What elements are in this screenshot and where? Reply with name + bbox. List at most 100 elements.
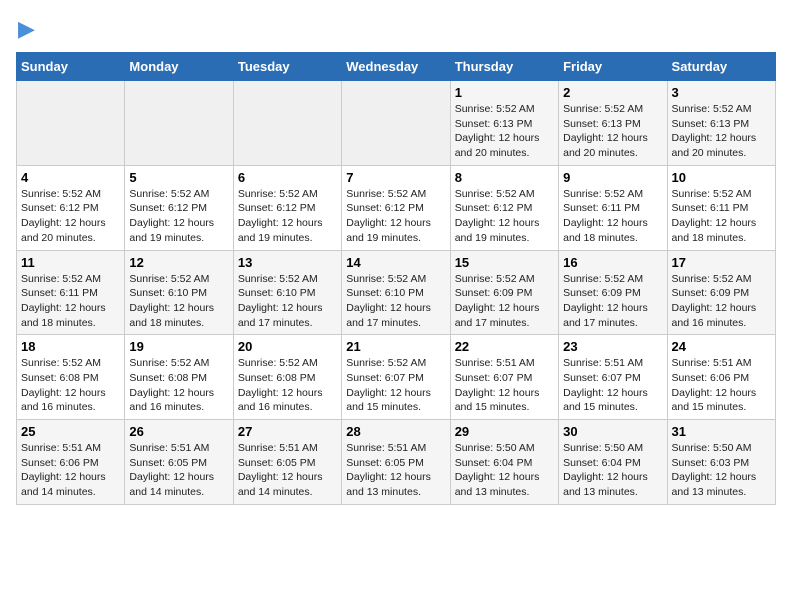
cell-info: Sunrise: 5:51 AM Sunset: 6:07 PM Dayligh… — [563, 356, 662, 415]
cell-info: Sunrise: 5:52 AM Sunset: 6:09 PM Dayligh… — [455, 272, 554, 331]
calendar-cell: 16 Sunrise: 5:52 AM Sunset: 6:09 PM Dayli… — [559, 250, 667, 335]
calendar-cell — [342, 81, 450, 166]
day-number: 12 — [129, 255, 228, 270]
calendar-cell: 9 Sunrise: 5:52 AM Sunset: 6:11 PM Daylig… — [559, 165, 667, 250]
day-number: 4 — [21, 170, 120, 185]
cell-info: Sunrise: 5:52 AM Sunset: 6:10 PM Dayligh… — [129, 272, 228, 331]
day-number: 21 — [346, 339, 445, 354]
day-number: 31 — [672, 424, 771, 439]
day-number: 16 — [563, 255, 662, 270]
cell-info: Sunrise: 5:51 AM Sunset: 6:07 PM Dayligh… — [455, 356, 554, 415]
calendar-cell: 5 Sunrise: 5:52 AM Sunset: 6:12 PM Daylig… — [125, 165, 233, 250]
day-number: 6 — [238, 170, 337, 185]
cell-info: Sunrise: 5:52 AM Sunset: 6:08 PM Dayligh… — [21, 356, 120, 415]
cell-info: Sunrise: 5:52 AM Sunset: 6:08 PM Dayligh… — [238, 356, 337, 415]
day-number: 15 — [455, 255, 554, 270]
cell-info: Sunrise: 5:52 AM Sunset: 6:07 PM Dayligh… — [346, 356, 445, 415]
cell-info: Sunrise: 5:52 AM Sunset: 6:12 PM Dayligh… — [21, 187, 120, 246]
cell-info: Sunrise: 5:52 AM Sunset: 6:11 PM Dayligh… — [21, 272, 120, 331]
header: ▶ — [16, 16, 776, 42]
calendar-cell: 11 Sunrise: 5:52 AM Sunset: 6:11 PM Dayli… — [17, 250, 125, 335]
calendar-cell: 1 Sunrise: 5:52 AM Sunset: 6:13 PM Daylig… — [450, 81, 558, 166]
cell-info: Sunrise: 5:50 AM Sunset: 6:04 PM Dayligh… — [455, 441, 554, 500]
cell-info: Sunrise: 5:51 AM Sunset: 6:05 PM Dayligh… — [129, 441, 228, 500]
cell-info: Sunrise: 5:52 AM Sunset: 6:13 PM Dayligh… — [672, 102, 771, 161]
cell-info: Sunrise: 5:51 AM Sunset: 6:06 PM Dayligh… — [672, 356, 771, 415]
weekday-header-wednesday: Wednesday — [342, 53, 450, 81]
day-number: 2 — [563, 85, 662, 100]
day-number: 9 — [563, 170, 662, 185]
calendar-cell: 6 Sunrise: 5:52 AM Sunset: 6:12 PM Daylig… — [233, 165, 341, 250]
calendar-cell: 31Sunrise: 5:50 AM Sunset: 6:03 PM Dayli… — [667, 420, 775, 505]
day-number: 30 — [563, 424, 662, 439]
calendar-cell: 30 Sunrise: 5:50 AM Sunset: 6:04 PM Dayli… — [559, 420, 667, 505]
calendar-cell: 12 Sunrise: 5:52 AM Sunset: 6:10 PM Dayli… — [125, 250, 233, 335]
calendar-cell: 4 Sunrise: 5:52 AM Sunset: 6:12 PM Daylig… — [17, 165, 125, 250]
calendar-cell: 8 Sunrise: 5:52 AM Sunset: 6:12 PM Daylig… — [450, 165, 558, 250]
cell-info: Sunrise: 5:52 AM Sunset: 6:08 PM Dayligh… — [129, 356, 228, 415]
cell-info: Sunrise: 5:52 AM Sunset: 6:09 PM Dayligh… — [672, 272, 771, 331]
calendar-cell: 28 Sunrise: 5:51 AM Sunset: 6:05 PM Dayli… — [342, 420, 450, 505]
logo-bird-icon: ▶ — [18, 16, 35, 42]
calendar-cell: 21 Sunrise: 5:52 AM Sunset: 6:07 PM Dayli… — [342, 335, 450, 420]
day-number: 7 — [346, 170, 445, 185]
day-number: 11 — [21, 255, 120, 270]
day-number: 8 — [455, 170, 554, 185]
weekday-header-monday: Monday — [125, 53, 233, 81]
day-number: 19 — [129, 339, 228, 354]
day-number: 22 — [455, 339, 554, 354]
calendar-cell: 13 Sunrise: 5:52 AM Sunset: 6:10 PM Dayli… — [233, 250, 341, 335]
cell-info: Sunrise: 5:52 AM Sunset: 6:10 PM Dayligh… — [238, 272, 337, 331]
day-number: 17 — [672, 255, 771, 270]
calendar-cell: 27Sunrise: 5:51 AM Sunset: 6:05 PM Dayli… — [233, 420, 341, 505]
calendar-cell: 26 Sunrise: 5:51 AM Sunset: 6:05 PM Dayli… — [125, 420, 233, 505]
cell-info: Sunrise: 5:50 AM Sunset: 6:04 PM Dayligh… — [563, 441, 662, 500]
weekday-header-saturday: Saturday — [667, 53, 775, 81]
day-number: 1 — [455, 85, 554, 100]
day-number: 25 — [21, 424, 120, 439]
cell-info: Sunrise: 5:52 AM Sunset: 6:12 PM Dayligh… — [238, 187, 337, 246]
weekday-header-tuesday: Tuesday — [233, 53, 341, 81]
day-number: 14 — [346, 255, 445, 270]
weekday-header-friday: Friday — [559, 53, 667, 81]
calendar-table: SundayMondayTuesdayWednesdayThursdayFrid… — [16, 52, 776, 505]
calendar-cell — [233, 81, 341, 166]
day-number: 13 — [238, 255, 337, 270]
calendar-cell: 29 Sunrise: 5:50 AM Sunset: 6:04 PM Dayli… — [450, 420, 558, 505]
calendar-cell: 18 Sunrise: 5:52 AM Sunset: 6:08 PM Dayli… — [17, 335, 125, 420]
calendar-cell: 10 Sunrise: 5:52 AM Sunset: 6:11 PM Dayli… — [667, 165, 775, 250]
day-number: 27 — [238, 424, 337, 439]
cell-info: Sunrise: 5:52 AM Sunset: 6:13 PM Dayligh… — [455, 102, 554, 161]
cell-info: Sunrise: 5:51 AM Sunset: 6:05 PM Dayligh… — [346, 441, 445, 500]
cell-info: Sunrise: 5:52 AM Sunset: 6:13 PM Dayligh… — [563, 102, 662, 161]
calendar-cell: 7 Sunrise: 5:52 AM Sunset: 6:12 PM Daylig… — [342, 165, 450, 250]
calendar-cell: 22 Sunrise: 5:51 AM Sunset: 6:07 PM Dayli… — [450, 335, 558, 420]
calendar-cell — [17, 81, 125, 166]
calendar-cell: 15 Sunrise: 5:52 AM Sunset: 6:09 PM Dayli… — [450, 250, 558, 335]
day-number: 20 — [238, 339, 337, 354]
day-number: 18 — [21, 339, 120, 354]
calendar-cell: 14Sunrise: 5:52 AM Sunset: 6:10 PM Dayli… — [342, 250, 450, 335]
day-number: 24 — [672, 339, 771, 354]
cell-info: Sunrise: 5:52 AM Sunset: 6:11 PM Dayligh… — [672, 187, 771, 246]
day-number: 10 — [672, 170, 771, 185]
calendar-cell: 3Sunrise: 5:52 AM Sunset: 6:13 PM Daylig… — [667, 81, 775, 166]
cell-info: Sunrise: 5:52 AM Sunset: 6:09 PM Dayligh… — [563, 272, 662, 331]
cell-info: Sunrise: 5:52 AM Sunset: 6:11 PM Dayligh… — [563, 187, 662, 246]
day-number: 26 — [129, 424, 228, 439]
calendar-cell — [125, 81, 233, 166]
calendar-cell: 23 Sunrise: 5:51 AM Sunset: 6:07 PM Dayli… — [559, 335, 667, 420]
calendar-cell: 19 Sunrise: 5:52 AM Sunset: 6:08 PM Dayli… — [125, 335, 233, 420]
cell-info: Sunrise: 5:52 AM Sunset: 6:12 PM Dayligh… — [455, 187, 554, 246]
calendar-cell: 25Sunrise: 5:51 AM Sunset: 6:06 PM Dayli… — [17, 420, 125, 505]
day-number: 29 — [455, 424, 554, 439]
cell-info: Sunrise: 5:52 AM Sunset: 6:12 PM Dayligh… — [346, 187, 445, 246]
weekday-header-thursday: Thursday — [450, 53, 558, 81]
cell-info: Sunrise: 5:52 AM Sunset: 6:12 PM Dayligh… — [129, 187, 228, 246]
day-number: 28 — [346, 424, 445, 439]
day-number: 5 — [129, 170, 228, 185]
calendar-cell: 2 Sunrise: 5:52 AM Sunset: 6:13 PM Daylig… — [559, 81, 667, 166]
day-number: 23 — [563, 339, 662, 354]
weekday-header-sunday: Sunday — [17, 53, 125, 81]
calendar-cell: 24 Sunrise: 5:51 AM Sunset: 6:06 PM Dayli… — [667, 335, 775, 420]
